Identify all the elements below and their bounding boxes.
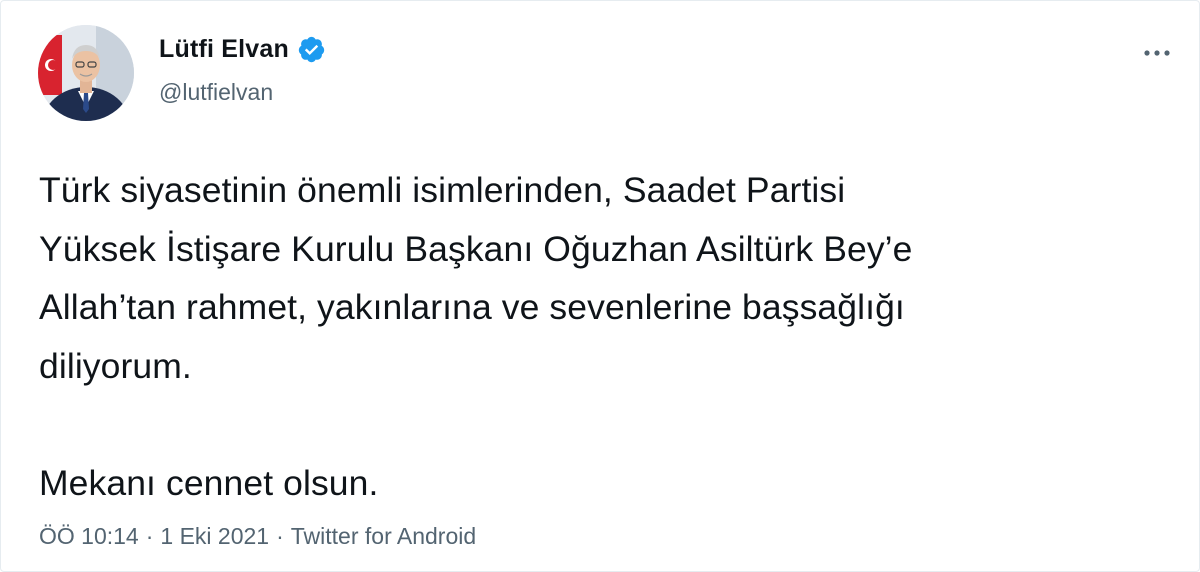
tweet-time[interactable]: ÖÖ 10:14 [39,523,139,550]
tweet-closing-line: Mekanı cennet olsun. [39,462,379,503]
tweet-source[interactable]: Twitter for Android [291,523,476,550]
tweet-card: Lütfi Elvan @lutfielvan Türk siyasetinin… [0,0,1200,572]
verified-badge-icon [298,36,325,63]
meta-separator: · [145,523,154,549]
author-display-name[interactable]: Lütfi Elvan [159,35,289,64]
author-handle[interactable]: @lutfielvan [159,79,273,106]
paragraph-break [39,395,1159,454]
tweet-text-line: Türk siyasetinin önemli isimlerinden, Sa… [39,170,846,210]
more-options-button[interactable] [1137,35,1177,71]
avatar-photo [38,25,134,121]
more-options-icon [1144,50,1170,56]
tweet-text-line: Allah’tan rahmet, yakınlarına ve sevenle… [39,287,905,327]
tweet-text: Türk siyasetinin önemli isimlerinden, Sa… [39,161,1159,512]
tweet-text-line: diliyorum. [39,345,192,386]
tweet-date[interactable]: 1 Eki 2021 [160,523,269,550]
tweet-metadata: ÖÖ 10:14 · 1 Eki 2021 · Twitter for Andr… [39,523,476,550]
tweet-text-line: Yüksek İstişare Kurulu Başkanı Oğuzhan A… [39,228,913,269]
author-name-row[interactable]: Lütfi Elvan [159,35,326,64]
avatar[interactable] [38,25,134,121]
meta-separator: · [276,523,284,549]
